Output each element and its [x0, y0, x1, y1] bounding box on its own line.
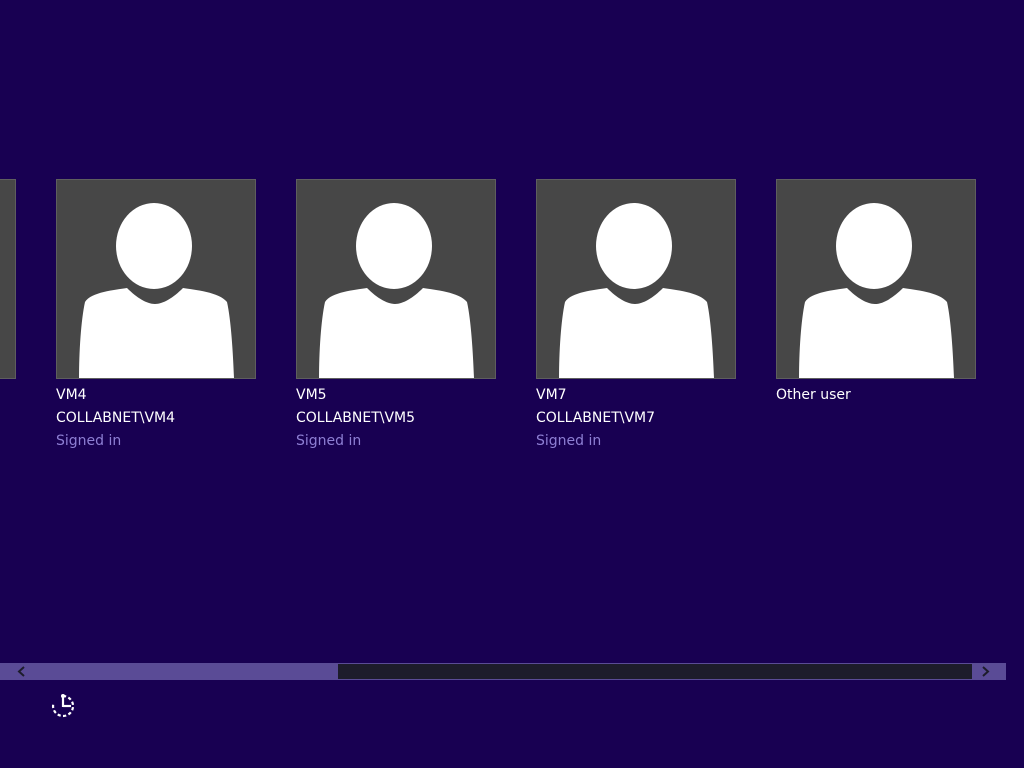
user-silhouette-icon	[319, 203, 474, 378]
user-status: Signed in	[536, 433, 602, 449]
user-name: VM7	[536, 387, 567, 403]
chevron-left-icon	[17, 666, 25, 677]
user-tile-vm5[interactable]: VM5 COLLABNET\VM5 Signed in	[296, 179, 496, 453]
user-picture[interactable]	[296, 179, 496, 379]
scroll-left-button[interactable]	[0, 663, 40, 680]
scroll-right-button[interactable]	[972, 663, 1006, 680]
chevron-right-icon	[982, 666, 990, 677]
user-name: VM5	[296, 387, 327, 403]
user-silhouette-icon	[799, 203, 954, 378]
user-name: Other user	[776, 387, 851, 403]
user-account: COLLABNET\VM5	[296, 410, 416, 426]
user-tile-vm7[interactable]: VM7 COLLABNET\VM7 Signed in	[536, 179, 736, 453]
user-account: COLLABNET\VM4	[56, 410, 176, 426]
user-tile-vm4[interactable]: VM4 COLLABNET\VM4 Signed in	[56, 179, 256, 453]
horizontal-scrollbar[interactable]	[0, 663, 1006, 680]
user-silhouette-icon	[79, 203, 234, 378]
user-account: COLLABNET\VM7	[536, 410, 656, 426]
user-picture[interactable]	[56, 179, 256, 379]
user-name: VM4	[56, 387, 87, 403]
user-status: Signed in	[296, 433, 362, 449]
lock-screen-user-picker: VM4 COLLABNET\VM4 Signed in VM5 COLLABNE…	[0, 0, 1024, 768]
user-picture[interactable]	[536, 179, 736, 379]
ease-of-access-button[interactable]	[49, 692, 77, 720]
ease-of-access-icon	[51, 694, 75, 718]
user-tile-other-user[interactable]: Other user	[776, 179, 976, 407]
scrollbar-thumb[interactable]	[338, 664, 972, 679]
user-status: Signed in	[56, 433, 122, 449]
user-picture[interactable]	[776, 179, 976, 379]
partial-user-tile[interactable]	[0, 179, 16, 379]
user-silhouette-icon	[559, 203, 714, 378]
